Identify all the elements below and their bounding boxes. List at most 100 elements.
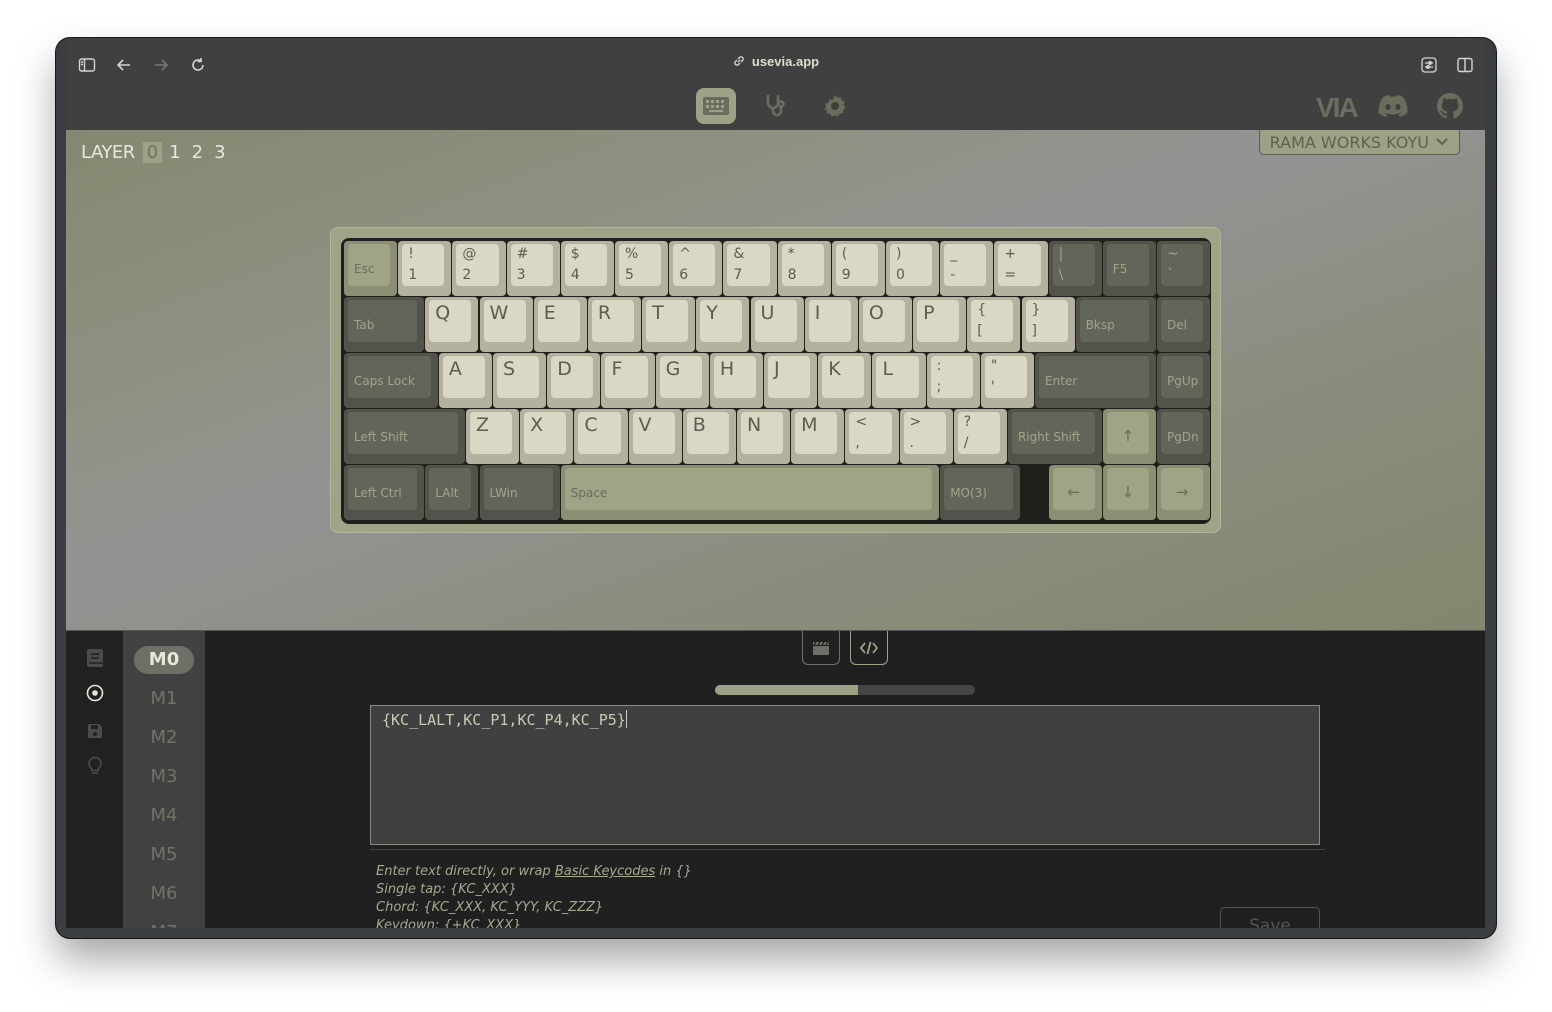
key[interactable]: T [642, 297, 696, 352]
key[interactable]: Tab [344, 297, 425, 352]
key[interactable]: " ' [980, 353, 1035, 408]
extension-icon[interactable] [1418, 54, 1440, 76]
key[interactable]: PgDn [1157, 409, 1211, 464]
device-selector[interactable]: RAMA WORKS KOYU [1258, 130, 1460, 155]
key[interactable]: }] [1021, 297, 1075, 352]
macros-icon[interactable] [85, 683, 105, 703]
key-legend-base: ] [1031, 323, 1037, 339]
recorder-tab[interactable] [802, 631, 840, 665]
key[interactable]: A [438, 353, 493, 408]
key[interactable]: R [587, 297, 642, 352]
key[interactable]: E [533, 297, 587, 352]
key[interactable]: Esc [344, 241, 398, 296]
tab-test[interactable] [756, 88, 796, 124]
macro-editor[interactable]: {KC_LALT,KC_P1,KC_P4,KC_P5} [370, 705, 1320, 845]
macro-item-m0[interactable]: M0 [134, 646, 194, 674]
key[interactable]: F [601, 353, 655, 408]
via-logo[interactable]: VIA [1316, 92, 1359, 124]
key[interactable]: M [791, 409, 845, 464]
key[interactable]: Del [1157, 297, 1211, 352]
key[interactable]: ? / [953, 409, 1007, 464]
key[interactable]: S [493, 353, 547, 408]
key[interactable]: Bksp [1075, 297, 1156, 352]
key[interactable]: | \ [1048, 241, 1102, 296]
save-button[interactable]: Save [1220, 907, 1320, 928]
macro-item-m4[interactable]: M4 [134, 802, 194, 830]
key[interactable]: K [818, 353, 872, 408]
key[interactable]: >. [899, 409, 953, 464]
key[interactable]: Q [425, 297, 479, 352]
keycap: Bksp [1079, 300, 1149, 342]
key[interactable]: F5 [1102, 241, 1156, 296]
key[interactable]: W [479, 297, 533, 352]
key[interactable]: C [574, 409, 628, 464]
tab-settings[interactable] [815, 88, 855, 124]
layer-1-button[interactable]: 1 [165, 142, 184, 163]
macro-item-m1[interactable]: M1 [134, 685, 194, 713]
key[interactable]: ← [1048, 465, 1102, 520]
key[interactable]: Caps Lock [344, 353, 438, 408]
key[interactable]: #3 [506, 241, 560, 296]
lighting-icon[interactable] [85, 756, 105, 776]
address-bar[interactable]: usevia.app [66, 54, 1485, 71]
key[interactable]: Left Ctrl [344, 465, 425, 520]
key[interactable]: → [1157, 465, 1211, 520]
key[interactable]: ~ ` [1157, 241, 1211, 296]
macro-item-m6[interactable]: M6 [134, 880, 194, 908]
key[interactable]: @2 [452, 241, 506, 296]
key[interactable]: U [750, 297, 804, 352]
key[interactable]: Enter [1035, 353, 1156, 408]
key[interactable]: <, [845, 409, 899, 464]
key[interactable]: Right Shift [1007, 409, 1102, 464]
key[interactable]: & 7 [723, 241, 777, 296]
keymap-icon[interactable] [85, 648, 105, 668]
key[interactable]: ^ 6 [669, 241, 723, 296]
key[interactable]: G [655, 353, 709, 408]
key[interactable]: P [913, 297, 967, 352]
key[interactable]: % 5 [615, 241, 669, 296]
code-editor-tab[interactable] [850, 631, 888, 665]
discord-link[interactable] [1373, 88, 1413, 124]
key[interactable]: I [804, 297, 858, 352]
macro-item-m7[interactable]: M7 [134, 919, 194, 928]
key[interactable]: ! 1 [398, 241, 452, 296]
key[interactable]: O [858, 297, 913, 352]
key[interactable]: Y [696, 297, 750, 352]
macro-item-m2[interactable]: M2 [134, 724, 194, 752]
key[interactable]: X [520, 409, 574, 464]
split-view-icon[interactable] [1454, 54, 1476, 76]
tab-configure[interactable] [696, 88, 736, 124]
key[interactable]: ) 0 [886, 241, 940, 296]
key[interactable]: :; [926, 353, 980, 408]
macro-item-m5[interactable]: M5 [134, 841, 194, 869]
key[interactable]: H [709, 353, 764, 408]
key[interactable]: Space [560, 465, 940, 520]
key[interactable]: _ - [940, 241, 994, 296]
key[interactable]: Left Shift [344, 409, 465, 464]
macro-item-m3[interactable]: M3 [134, 763, 194, 791]
key[interactable]: Z [465, 409, 520, 464]
layer-0-button[interactable]: 0 [142, 142, 163, 163]
key[interactable]: LWin [479, 465, 560, 520]
layer-2-button[interactable]: 2 [188, 142, 207, 163]
key[interactable]: J [764, 353, 818, 408]
key[interactable]: PgUp [1157, 353, 1211, 408]
key[interactable]: LAlt [425, 465, 479, 520]
layer-3-button[interactable]: 3 [210, 142, 229, 163]
key[interactable]: ↓ [1102, 465, 1156, 520]
key[interactable]: V [628, 409, 682, 464]
key[interactable]: * 8 [777, 241, 831, 296]
key[interactable]: {[ [967, 297, 1021, 352]
key[interactable]: $4 [560, 241, 614, 296]
key[interactable]: N [736, 409, 791, 464]
save-load-icon[interactable] [85, 721, 105, 741]
key[interactable]: L [872, 353, 926, 408]
basic-keycodes-link[interactable]: Basic Keycodes [555, 864, 655, 879]
key[interactable]: ↑ [1102, 409, 1156, 464]
key[interactable]: MO(3) [940, 465, 1021, 520]
key[interactable]: + = [994, 241, 1048, 296]
key[interactable]: B [682, 409, 736, 464]
key[interactable]: (9 [831, 241, 885, 296]
key[interactable]: D [547, 353, 601, 408]
github-link[interactable] [1430, 88, 1470, 124]
